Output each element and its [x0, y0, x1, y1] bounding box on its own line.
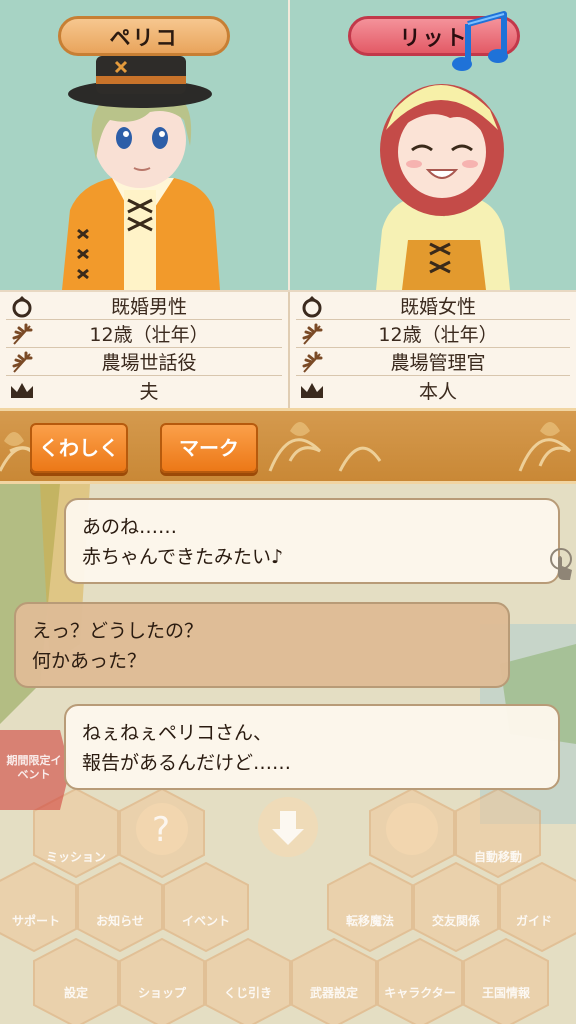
info-row-job: 農場世話役 — [6, 348, 282, 376]
info-row-status: 既婚男性 — [6, 292, 282, 320]
menu-mission-label[interactable]: ミッション — [36, 848, 116, 865]
dialogue-bubble[interactable]: えっ？どうしたの？ 何かあった？ — [14, 602, 510, 688]
menu-news-label[interactable]: お知らせ — [80, 912, 160, 929]
age-value: 12歳（壮年） — [378, 324, 498, 346]
dialogue-line: えっ？どうしたの？ — [32, 620, 204, 642]
crown-icon — [296, 377, 328, 403]
ring-icon — [296, 293, 328, 319]
mark-button[interactable]: マーク — [160, 423, 258, 473]
action-bar: くわしく マーク — [0, 408, 576, 484]
relation-value: 夫 — [139, 380, 159, 403]
wheat-icon — [296, 349, 328, 375]
menu-settings-label[interactable]: 設定 — [36, 984, 116, 1001]
menu-support-label[interactable]: サポート — [0, 912, 76, 929]
job-value: 農場管理官 — [390, 352, 486, 374]
character-name-plate: ペリコ — [58, 16, 230, 56]
ring-icon — [6, 293, 38, 319]
event-label: 期間限定イベント — [6, 754, 62, 781]
menu-weapon-label[interactable]: 武器設定 — [294, 984, 374, 1001]
info-column-left: 既婚男性 12歳（壮年） 農場世話役 夫 — [0, 292, 288, 408]
dialogue-line: 赤ちゃんできたみたい♪ — [82, 546, 284, 568]
dialogue-bubble[interactable]: ねぇねぇペリコさん、 報告があるんだけど…… — [64, 704, 560, 790]
crown-icon — [6, 377, 38, 403]
menu-friends-label[interactable]: 交友関係 — [416, 912, 496, 929]
music-note-icon — [452, 11, 508, 71]
wheat-icon — [296, 321, 328, 347]
info-row-age: 12歳（壮年） — [6, 320, 282, 348]
info-row-status: 既婚女性 — [296, 292, 570, 320]
info-row-relation: 夫 — [6, 376, 282, 404]
menu-lottery-label[interactable]: くじ引き — [208, 984, 288, 1001]
menu-guide-label[interactable]: ガイド — [494, 912, 574, 929]
job-value: 農場世話役 — [101, 352, 197, 374]
info-row-age: 12歳（壮年） — [296, 320, 570, 348]
info-row-relation: 本人 — [296, 376, 570, 404]
dialogue-line: ねぇねぇペリコさん、 — [82, 722, 273, 744]
info-column-right: 既婚女性 12歳（壮年） 農場管理官 本人 — [288, 292, 576, 408]
menu-character-label[interactable]: キャラクター — [380, 984, 460, 1001]
menu-teleport-label[interactable]: 転移魔法 — [330, 912, 410, 929]
wheat-icon — [6, 321, 38, 347]
character-panel-right[interactable]: リット — [288, 0, 576, 290]
dialogue-line: 何かあった？ — [32, 650, 147, 672]
dialogue-line: 報告があるんだけど…… — [82, 752, 292, 774]
detail-button[interactable]: くわしく — [30, 423, 128, 473]
info-row-job: 農場管理官 — [296, 348, 570, 376]
menu-shop-label[interactable]: ショップ — [122, 984, 202, 1001]
game-stage: ? 期間限定イベント ミッション 自動移動 サポート お知らせ イベント 転移魔… — [0, 484, 576, 1024]
marital-status: 既婚女性 — [399, 296, 476, 318]
menu-auto-move-label[interactable]: 自動移動 — [458, 848, 538, 865]
character-panels: ペリコ リット — [0, 0, 576, 290]
marital-status: 既婚男性 — [110, 296, 187, 318]
touch-hand-icon[interactable] — [548, 548, 574, 582]
svg-text:?: ? — [152, 810, 170, 850]
menu-event-label[interactable]: イベント — [166, 912, 246, 929]
character-info: 既婚男性 12歳（壮年） 農場世話役 夫 既婚女性 12歳（壮年） 農場管理官 … — [0, 290, 576, 408]
relation-value: 本人 — [418, 380, 457, 403]
age-value: 12歳（壮年） — [89, 324, 209, 346]
dialogue-line: あのね…… — [82, 516, 178, 538]
wheat-icon — [6, 349, 38, 375]
menu-kingdom-label[interactable]: 王国情報 — [466, 984, 546, 1001]
dialogue-bubble[interactable]: あのね…… 赤ちゃんできたみたい♪ — [64, 498, 560, 584]
character-panel-left[interactable]: ペリコ — [0, 0, 288, 290]
